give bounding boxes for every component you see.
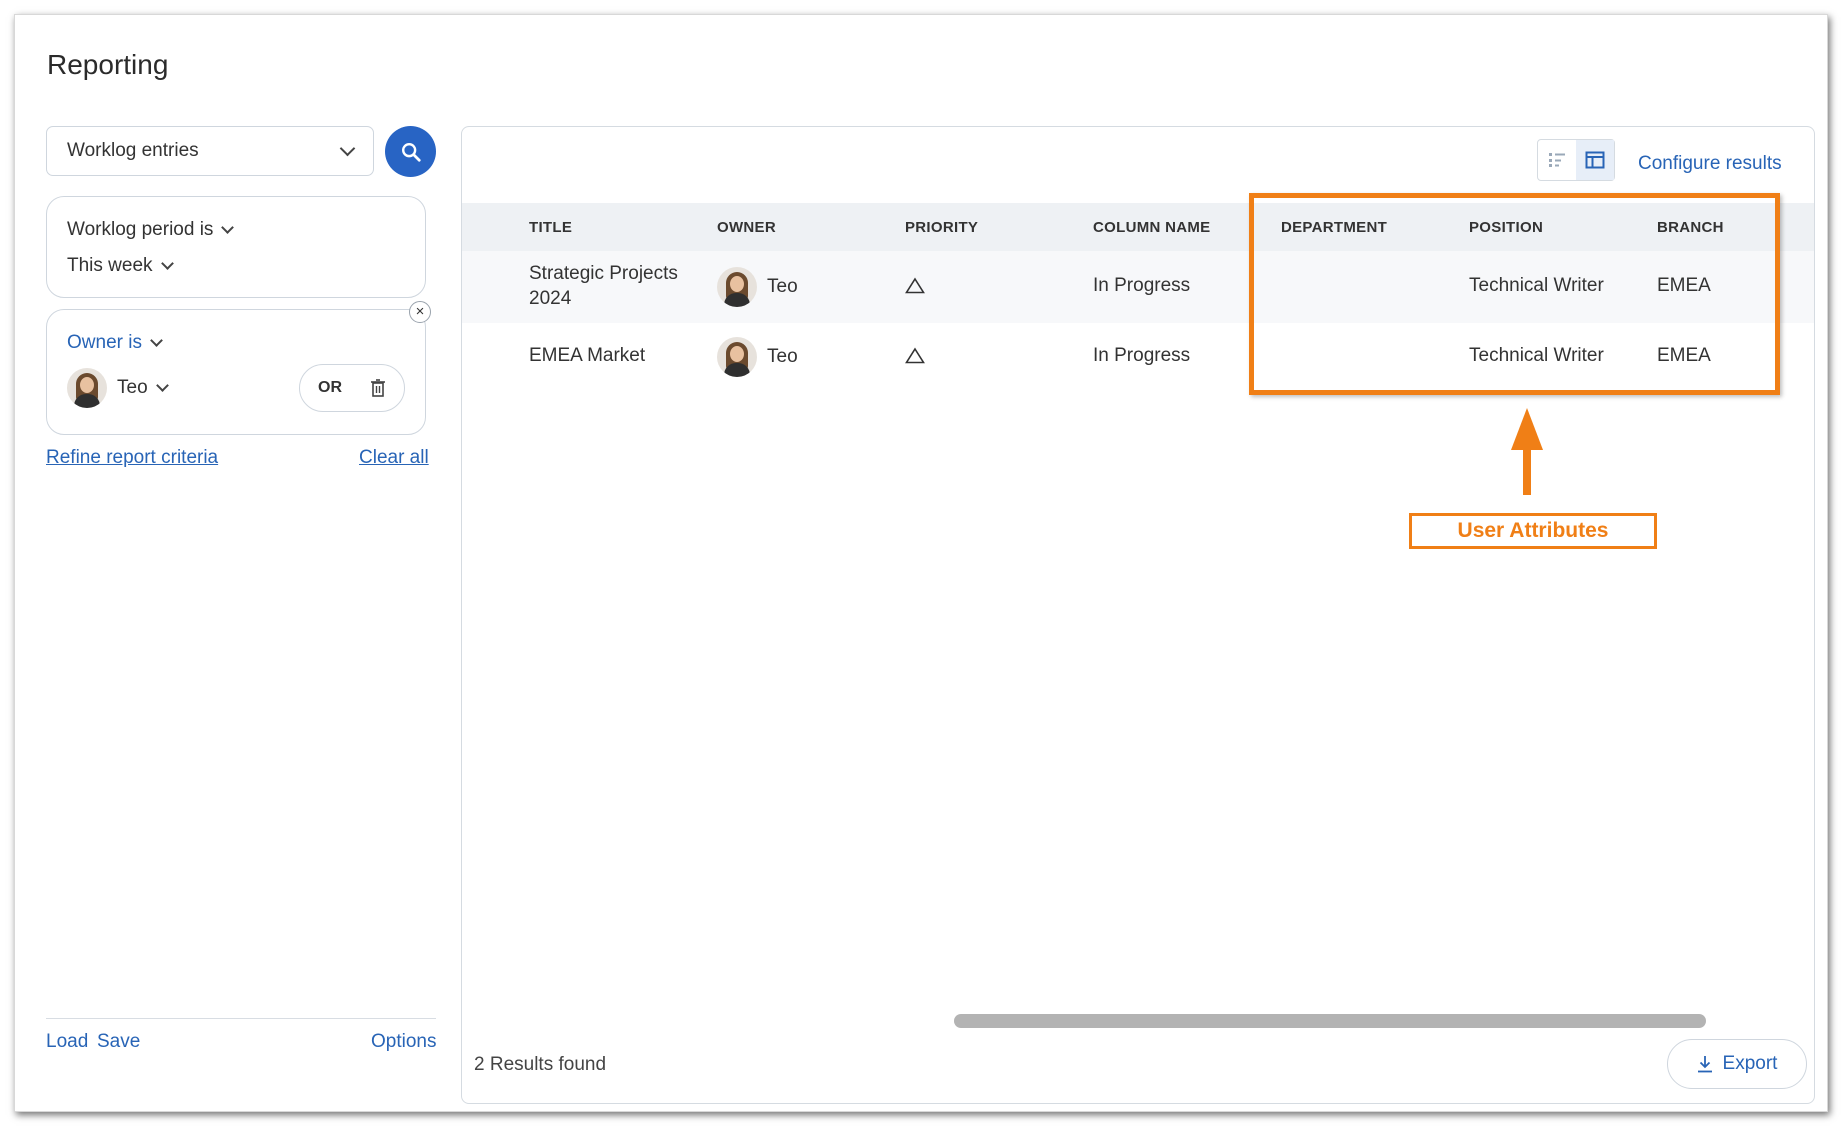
column-name-cell: In Progress	[1093, 345, 1191, 366]
list-view-button[interactable]	[1538, 140, 1576, 180]
priority-triangle-icon	[905, 277, 925, 294]
download-icon	[1697, 1056, 1712, 1073]
title-text: 2024	[529, 288, 572, 309]
close-icon[interactable]: ×	[409, 301, 431, 323]
owner-value-dropdown[interactable]: Teo	[67, 368, 169, 408]
export-label: Export	[1722, 1053, 1778, 1074]
period-value-dropdown[interactable]: This week	[67, 255, 174, 277]
owner-filter-label: Owner is	[67, 332, 142, 353]
title-cell: Strategic Projects 2024	[529, 261, 678, 311]
period-filter-card: Worklog period is This week	[46, 196, 426, 298]
trash-icon[interactable]	[370, 379, 386, 397]
annotation-arrow-shaft	[1523, 445, 1531, 495]
avatar	[717, 337, 757, 377]
period-value: This week	[67, 255, 153, 276]
title-text: Strategic Projects	[529, 263, 678, 284]
annotation-label: User Attributes	[1409, 513, 1657, 549]
owner-name: Teo	[767, 346, 798, 367]
or-button[interactable]: OR	[318, 379, 342, 397]
report-type-value: Worklog entries	[67, 140, 199, 161]
list-view-icon	[1549, 153, 1565, 167]
period-filter-dropdown[interactable]: Worklog period is	[67, 219, 235, 241]
export-button[interactable]: Export	[1667, 1039, 1807, 1089]
period-filter-label: Worklog period is	[67, 219, 214, 240]
owner-value: Teo	[117, 377, 148, 398]
owner-cell: Teo	[717, 267, 798, 307]
chevron-down-icon	[160, 257, 174, 270]
column-header-priority[interactable]: PRIORITY	[905, 219, 978, 236]
results-count: 2 Results found	[474, 1054, 607, 1075]
avatar	[67, 368, 107, 408]
chevron-down-icon	[221, 221, 235, 234]
report-type-select[interactable]: Worklog entries	[46, 126, 374, 176]
search-button[interactable]	[385, 126, 436, 177]
title-cell: EMEA Market	[529, 345, 645, 367]
table-view-button[interactable]	[1576, 140, 1614, 180]
chevron-down-icon	[155, 379, 169, 392]
owner-name: Teo	[767, 276, 798, 297]
owner-filter-dropdown[interactable]: Owner is	[67, 332, 163, 354]
chevron-down-icon	[339, 140, 356, 157]
view-toggle	[1537, 139, 1615, 181]
chevron-down-icon	[150, 334, 163, 347]
search-icon	[401, 142, 421, 162]
load-link[interactable]: Load	[46, 1031, 88, 1053]
column-header-owner[interactable]: OWNER	[717, 219, 776, 236]
horizontal-scrollbar[interactable]	[954, 1014, 1706, 1028]
column-header-column-name[interactable]: COLUMN NAME	[1093, 219, 1210, 236]
sidebar-divider	[46, 1018, 436, 1019]
refine-criteria-link[interactable]: Refine report criteria	[46, 447, 218, 469]
options-link[interactable]: Options	[371, 1031, 436, 1053]
configure-results-link[interactable]: Configure results	[1638, 153, 1782, 175]
priority-triangle-icon	[905, 347, 925, 364]
page-title: Reporting	[47, 49, 169, 80]
annotation-arrow-head	[1511, 408, 1543, 450]
avatar	[717, 267, 757, 307]
owner-cell: Teo	[717, 337, 798, 377]
annotation-highlight-box	[1249, 193, 1780, 395]
or-group: OR	[299, 364, 405, 412]
column-name-cell: In Progress	[1093, 275, 1191, 296]
save-link[interactable]: Save	[97, 1031, 140, 1053]
owner-filter-card: Owner is Teo OR	[46, 309, 426, 435]
reporting-window: Reporting Worklog entries Worklog period…	[14, 14, 1828, 1112]
table-view-icon	[1585, 151, 1605, 169]
column-header-title[interactable]: TITLE	[529, 219, 572, 236]
title-text: EMEA Market	[529, 345, 646, 366]
clear-all-link[interactable]: Clear all	[359, 447, 429, 469]
